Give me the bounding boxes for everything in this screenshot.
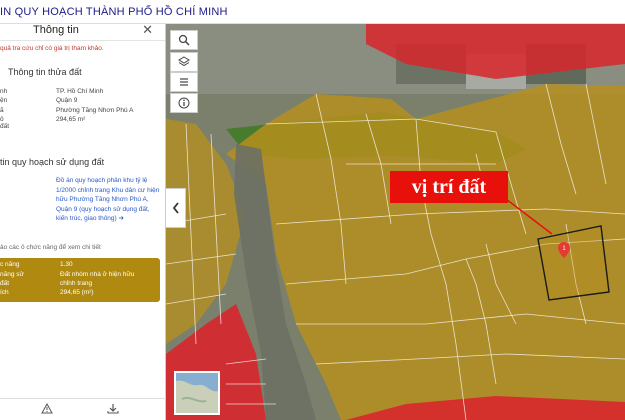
parcel-row-key: ện [0, 97, 8, 104]
parcel-row-key: nh [0, 88, 8, 95]
zone-row-value: 1.30 [60, 261, 73, 268]
zone-row: c năng 1.30 [0, 261, 160, 270]
map-view[interactable]: 1 [166, 24, 625, 420]
close-icon[interactable]: ✕ [142, 22, 153, 38]
layers-icon [178, 56, 190, 67]
zone-row: đất chỉnh trang [0, 280, 160, 289]
info-button[interactable] [170, 93, 198, 113]
zone-row-value: Đất nhóm nhà ở hiện hữu [60, 271, 135, 278]
app-title: IN QUY HOẠCH THÀNH PHỐ HỒ CHÍ MINH [0, 6, 228, 18]
panel-title: Thông tin [33, 24, 79, 36]
list-button[interactable] [170, 72, 198, 92]
download-button[interactable] [104, 403, 122, 417]
app-header: IN QUY HOẠCH THÀNH PHỐ HỒ CHÍ MINH [0, 0, 625, 24]
collapse-panel-button[interactable] [166, 188, 186, 228]
parcel-row-value: 294,65 m² [56, 116, 86, 123]
parcel-row-value: Phường Tăng Nhơn Phú A [56, 107, 134, 114]
selected-parcel [537, 225, 610, 301]
zone-row-value: chỉnh trang [60, 280, 93, 287]
zone-row-value: 294,65 (m²) [60, 289, 94, 296]
parcel-row-value: Quận 9 [56, 97, 78, 104]
panel-footer [0, 398, 166, 420]
planning-section-title: tin quy hoạch sử dụng đất [0, 157, 105, 167]
arrow-right-icon: ➔ [118, 215, 124, 222]
zone-row: năng sử Đất nhóm nhà ở hiện hữu [0, 271, 160, 280]
warning-icon [41, 402, 53, 414]
layers-button[interactable] [170, 52, 198, 72]
parcel-section-title: Thông tin thửa đất [8, 67, 82, 77]
parcel-row-key: ô đất [0, 116, 10, 130]
info-panel: Thông tin ✕ quả tra cứu chỉ có giá trị t… [0, 20, 166, 420]
location-annotation: vị trí đất [390, 171, 508, 203]
list-icon [180, 78, 188, 86]
search-icon [178, 34, 190, 46]
zone-row-key: ích [0, 289, 9, 296]
parcel-row-key: ã [0, 107, 4, 114]
zone-hint: ảo các ô chức năng để xem chi tiết [0, 244, 101, 251]
zone-info-box[interactable]: c năng 1.30 năng sử Đất nhóm nhà ở hiện … [0, 258, 160, 302]
chevron-left-icon [172, 202, 179, 214]
zone-row-key: năng sử [0, 271, 24, 278]
zone-row: ích 294,65 (m²) [0, 289, 160, 298]
report-button[interactable] [38, 402, 56, 417]
zone-row-key: c năng [0, 261, 20, 268]
planning-link-text: Đồ án quy hoạch phân khu tỷ lệ 1/2000 ch… [56, 177, 160, 222]
annotation-text: vị trí đất [411, 175, 487, 198]
disclaimer-text: quả tra cứu chỉ có giá trị tham khảo. [0, 45, 104, 52]
minimap[interactable] [174, 371, 220, 415]
info-icon [178, 97, 190, 109]
zone-row-key: đất [0, 280, 10, 287]
minimap-image [176, 373, 218, 413]
parcel-row-value: TP. Hồ Chí Minh [56, 88, 104, 95]
map-canvas[interactable]: 1 [166, 24, 625, 420]
download-icon [107, 404, 119, 414]
search-button[interactable] [170, 30, 198, 50]
planning-link[interactable]: Đồ án quy hoạch phân khu tỷ lệ 1/2000 ch… [56, 176, 160, 224]
app-root: IN QUY HOẠCH THÀNH PHỐ HỒ CHÍ MINH 1 vị … [0, 0, 625, 420]
